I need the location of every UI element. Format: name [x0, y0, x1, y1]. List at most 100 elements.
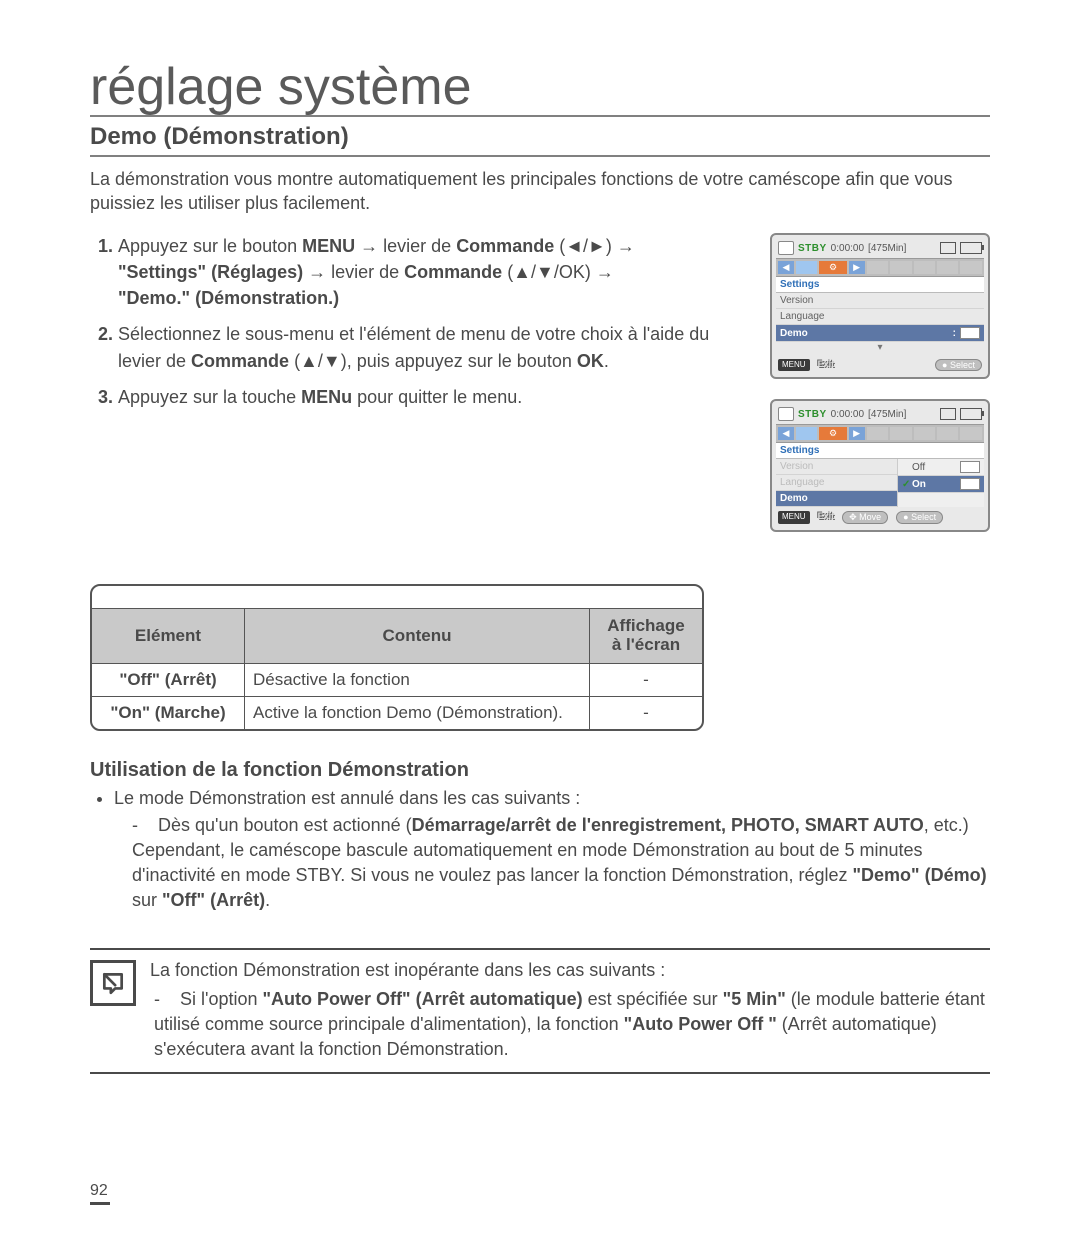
cell-on-contenu: Active la fonction Demo (Démonstration).	[245, 696, 590, 729]
select-button-label: ● Select	[935, 359, 982, 371]
cell-off-element: "Off" (Arrêt)	[92, 663, 245, 696]
list-item: Le mode Démonstration est annulé dans le…	[114, 786, 990, 914]
tab-strip: ◀ ⚙ ▶	[776, 258, 984, 277]
tab-item	[890, 261, 911, 274]
note-text: La fonction Démonstration est inopérante…	[150, 960, 665, 980]
battery-icon	[960, 242, 982, 254]
value-icon	[960, 327, 980, 339]
bold-text: "Auto Power Off "	[624, 1014, 777, 1034]
step-text: pour quitter le menu.	[352, 387, 522, 407]
time-remain: [475Min]	[868, 243, 906, 254]
col-element: Elément	[92, 609, 245, 663]
step-3: Appuyez sur la touche MENu pour quitter …	[118, 384, 746, 410]
col-affichage: Affichage à l'écran	[590, 609, 703, 663]
tab-left-icon: ◀	[778, 427, 794, 440]
list-item: Dès qu'un bouton est actionné (Démarrage…	[132, 813, 990, 914]
up-down-icon: (▲/▼)	[289, 351, 347, 371]
bold-text: "5 Min"	[723, 989, 786, 1009]
dot-icon: ●	[903, 512, 911, 522]
menu-label: MENu	[301, 387, 352, 407]
settings-label: "Settings" (Réglages)	[118, 262, 303, 282]
tab-item	[867, 427, 888, 440]
move-text: Move	[859, 512, 881, 522]
cell-off-aff: -	[590, 663, 703, 696]
tab-item	[890, 427, 911, 440]
check-icon: ✓	[902, 479, 912, 490]
menu-item-demo: Demo	[776, 491, 897, 507]
cell-off-contenu: Désactive la fonction	[245, 663, 590, 696]
timecode: 0:00:00	[831, 243, 864, 254]
list-text: .	[265, 890, 270, 910]
step-text: Appuyez sur la touche	[118, 387, 301, 407]
tab-item	[914, 427, 935, 440]
menu-item-language: Language	[776, 475, 897, 491]
cell-on-aff: -	[590, 696, 703, 729]
commande-label: Commande	[191, 351, 289, 371]
exit-label: Exit	[818, 511, 835, 524]
note-icon	[90, 960, 136, 1006]
lcd-screenshot-1: STBY 0:00:00 [475Min] ◀ ⚙ ▶	[770, 233, 990, 379]
stby-label: STBY	[798, 409, 827, 420]
function-usage-list: Le mode Démonstration est annulé dans le…	[114, 786, 990, 914]
settings-header: Settings	[776, 443, 984, 459]
tab-item	[937, 261, 958, 274]
list-text: Dès qu'un bouton est actionné (	[158, 815, 412, 835]
step-text: levier de	[331, 262, 404, 282]
tab-item	[937, 427, 958, 440]
option-label: On	[912, 479, 926, 490]
lcd-previews: STBY 0:00:00 [475Min] ◀ ⚙ ▶	[770, 233, 990, 552]
menu-label: Demo	[780, 328, 808, 339]
move-icon: ✥	[849, 512, 859, 522]
list-text: Le mode Démonstration est annulé dans le…	[114, 788, 580, 808]
step-text: levier de	[383, 236, 456, 256]
table-row: "On" (Marche) Active la fonction Demo (D…	[92, 696, 702, 729]
time-remain: [475Min]	[868, 409, 906, 420]
option-label: Off	[912, 462, 925, 473]
value-icon	[960, 461, 980, 473]
cell-on-element: "On" (Marche)	[92, 696, 245, 729]
tab-right-icon: ▶	[849, 427, 865, 440]
tab-item: ⚙	[819, 261, 846, 274]
move-button-label: ✥ Move	[842, 511, 888, 524]
steps-list: Appuyez sur le bouton MENU → levier de C…	[90, 233, 746, 420]
step-1: Appuyez sur le bouton MENU → levier de C…	[118, 233, 746, 311]
menu-item-language: Language	[776, 309, 984, 325]
option-on: ✓On	[898, 476, 984, 493]
select-text: Select	[911, 512, 936, 522]
card-icon	[940, 242, 956, 254]
select-button-label: ● Select	[896, 511, 943, 524]
tab-left-icon: ◀	[778, 261, 794, 274]
menu-label: Version	[780, 295, 813, 306]
tab-item	[914, 261, 935, 274]
step-text: .	[604, 351, 609, 371]
menu-item-version: Version	[776, 459, 897, 475]
function-usage-title: Utilisation de la fonction Démonstration	[90, 759, 990, 782]
arrow-icon: →	[596, 262, 614, 282]
list-item: Si l'option "Auto Power Off" (Arrêt auto…	[154, 987, 990, 1063]
timecode: 0:00:00	[831, 409, 864, 420]
tab-right-icon: ▶	[849, 261, 865, 274]
col-contenu: Contenu	[245, 609, 590, 663]
arrow-icon: →	[355, 236, 383, 256]
menu-label: Language	[780, 311, 825, 322]
demo-label: "Demo." (Démonstration.)	[118, 288, 339, 308]
arrow-icon: →	[303, 262, 331, 282]
section-title: Demo (Démonstration)	[90, 123, 990, 157]
menu-label: MENU	[302, 236, 355, 256]
step-2: Sélectionnez le sous-menu et l'élément d…	[118, 321, 746, 373]
menu-label: Demo	[780, 493, 808, 504]
up-down-ok-icon: (▲/▼/OK)	[502, 262, 596, 282]
bold-text: "Off" (Arrêt)	[162, 890, 265, 910]
bold-text: Démarrage/arrêt de l'enregistrement, PHO…	[412, 815, 924, 835]
step-text: , puis appuyez sur le bouton	[347, 351, 577, 371]
tab-item	[960, 427, 981, 440]
stby-label: STBY	[798, 243, 827, 254]
camera-icon	[778, 241, 794, 255]
commande-label: Commande	[404, 262, 502, 282]
menu-item-demo: Demo :	[776, 325, 984, 342]
submenu-box: Éléments de sous-menu Elément Contenu Af…	[90, 584, 704, 730]
card-icon	[940, 408, 956, 420]
note-text: Si l'option	[180, 989, 263, 1009]
col-aff-line2: à l'écran	[612, 635, 680, 654]
tab-item	[867, 261, 888, 274]
